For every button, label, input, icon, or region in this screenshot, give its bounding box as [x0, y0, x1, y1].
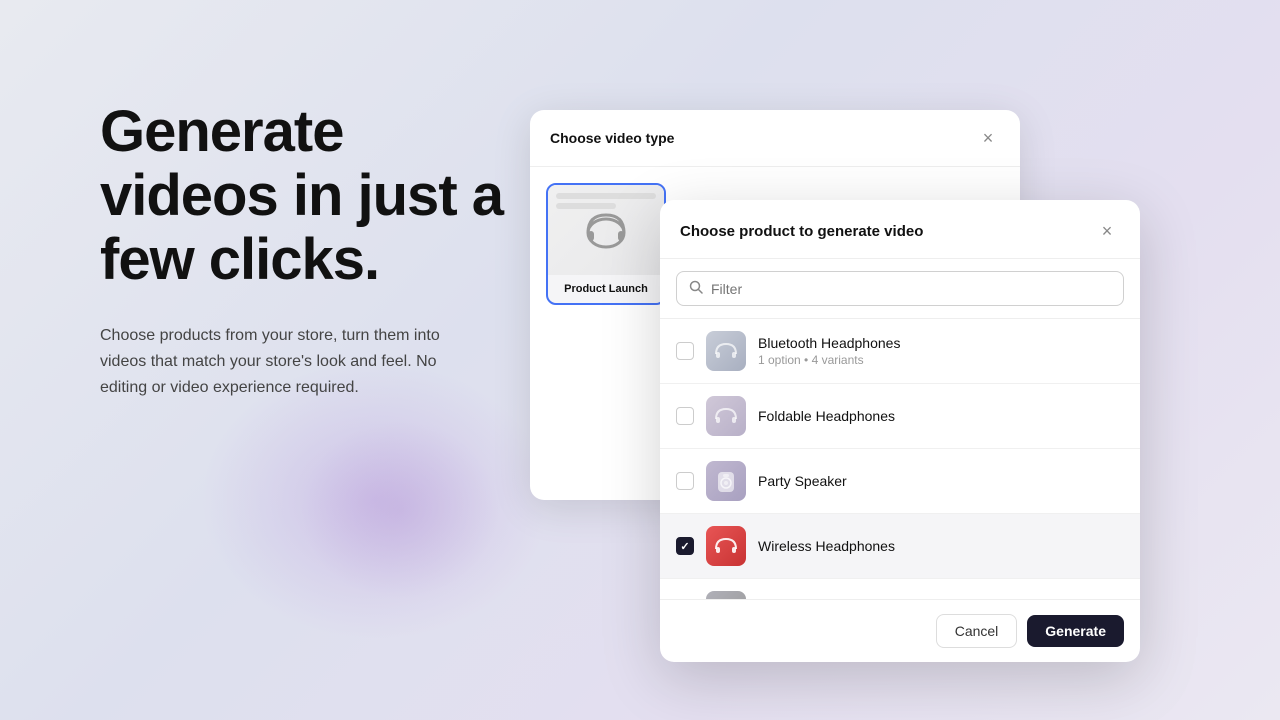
product-info-wireless-headphones: Wireless Headphones — [758, 538, 1124, 554]
search-input-wrapper — [676, 271, 1124, 306]
dialog-bg-header: Choose video type × — [530, 110, 1020, 167]
product-name-bluetooth-headphones: Bluetooth Headphones — [758, 335, 1124, 351]
product-icon-super-bass-speakers — [706, 591, 746, 599]
checkbox-party-speaker[interactable] — [676, 472, 694, 490]
party-speaker-icon — [712, 467, 740, 495]
search-container — [660, 259, 1140, 319]
product-name-foldable-headphones: Foldable Headphones — [758, 408, 1124, 424]
bluetooth-headphones-icon — [712, 337, 740, 365]
foldable-headphones-icon — [712, 402, 740, 430]
cancel-button[interactable]: Cancel — [936, 614, 1018, 648]
dialog-bg-title: Choose video type — [550, 130, 674, 146]
dialog-fg-title: Choose product to generate video — [680, 223, 923, 240]
search-input[interactable] — [711, 281, 1111, 297]
card-lines — [556, 193, 656, 213]
product-icon-wireless-headphones — [706, 526, 746, 566]
card-line-2 — [556, 203, 616, 209]
video-card-label: Product Launch — [548, 275, 664, 303]
product-item-bluetooth-headphones[interactable]: Bluetooth Headphones 1 option • 4 varian… — [660, 319, 1140, 384]
dialog-fg-header: Choose product to generate video × — [660, 200, 1140, 259]
dialogs-container: Choose video type × — [530, 110, 1170, 610]
super-bass-speakers-icon — [712, 597, 740, 599]
checkbox-wireless-headphones[interactable] — [676, 537, 694, 555]
close-video-type-button[interactable]: × — [976, 126, 1000, 150]
product-launch-card[interactable]: Product Launch — [546, 183, 666, 305]
close-choose-product-button[interactable]: × — [1094, 218, 1120, 244]
product-icon-foldable-headphones — [706, 396, 746, 436]
dialog-choose-product: Choose product to generate video × — [660, 200, 1140, 662]
product-info-foldable-headphones: Foldable Headphones — [758, 408, 1124, 424]
dialog-footer: Cancel Generate — [660, 599, 1140, 662]
product-meta-bluetooth-headphones: 1 option • 4 variants — [758, 353, 1124, 367]
wireless-headphones-icon — [712, 532, 740, 560]
product-item-wireless-headphones[interactable]: Wireless Headphones — [660, 514, 1140, 579]
bg-blob-2 — [300, 420, 500, 600]
product-launch-card-image — [548, 185, 664, 275]
generate-button[interactable]: Generate — [1027, 615, 1124, 647]
product-info-party-speaker: Party Speaker — [758, 473, 1124, 489]
sub-text: Choose products from your store, turn th… — [100, 323, 460, 400]
product-icon-party-speaker — [706, 461, 746, 501]
checkbox-foldable-headphones[interactable] — [676, 407, 694, 425]
product-list: Bluetooth Headphones 1 option • 4 varian… — [660, 319, 1140, 599]
product-name-wireless-headphones: Wireless Headphones — [758, 538, 1124, 554]
search-icon — [689, 280, 703, 297]
main-heading: Generate videos in just a few clicks. — [100, 100, 520, 291]
product-name-party-speaker: Party Speaker — [758, 473, 1124, 489]
product-item-foldable-headphones[interactable]: Foldable Headphones — [660, 384, 1140, 449]
checkbox-bluetooth-headphones[interactable] — [676, 342, 694, 360]
left-panel: Generate videos in just a few clicks. Ch… — [100, 100, 520, 400]
product-icon-bluetooth-headphones — [706, 331, 746, 371]
product-item-party-speaker[interactable]: Party Speaker — [660, 449, 1140, 514]
product-info-bluetooth-headphones: Bluetooth Headphones 1 option • 4 varian… — [758, 335, 1124, 367]
card-line-1 — [556, 193, 656, 199]
product-item-super-bass-speakers[interactable]: Super Bass Portable speakers — [660, 579, 1140, 599]
